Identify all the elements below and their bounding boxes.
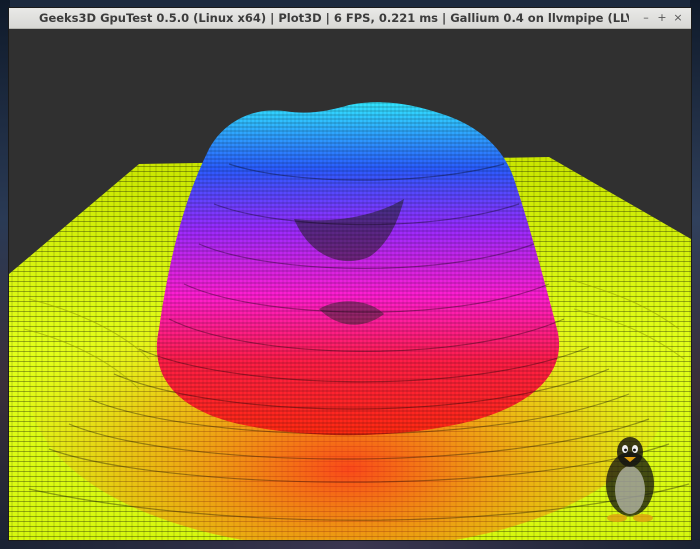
close-icon: × [673, 11, 683, 24]
window-controls: – + × [639, 10, 685, 25]
desktop-wallpaper-bottom [0, 539, 700, 549]
maximize-button[interactable]: + [655, 10, 669, 25]
render-viewport[interactable] [9, 29, 691, 540]
close-button[interactable]: × [671, 10, 685, 25]
plot3d-surface [9, 102, 691, 540]
minimize-icon: – [643, 11, 649, 24]
minimize-button[interactable]: – [639, 10, 653, 25]
tux-penguin-icon [606, 437, 654, 522]
app-window: Geeks3D GpuTest 0.5.0 (Linux x64) | Plot… [9, 8, 691, 540]
maximize-icon: + [657, 11, 667, 24]
desktop-wallpaper-right [690, 0, 700, 549]
window-title: Geeks3D GpuTest 0.5.0 (Linux x64) | Plot… [39, 11, 629, 25]
window-titlebar[interactable]: Geeks3D GpuTest 0.5.0 (Linux x64) | Plot… [9, 8, 691, 29]
